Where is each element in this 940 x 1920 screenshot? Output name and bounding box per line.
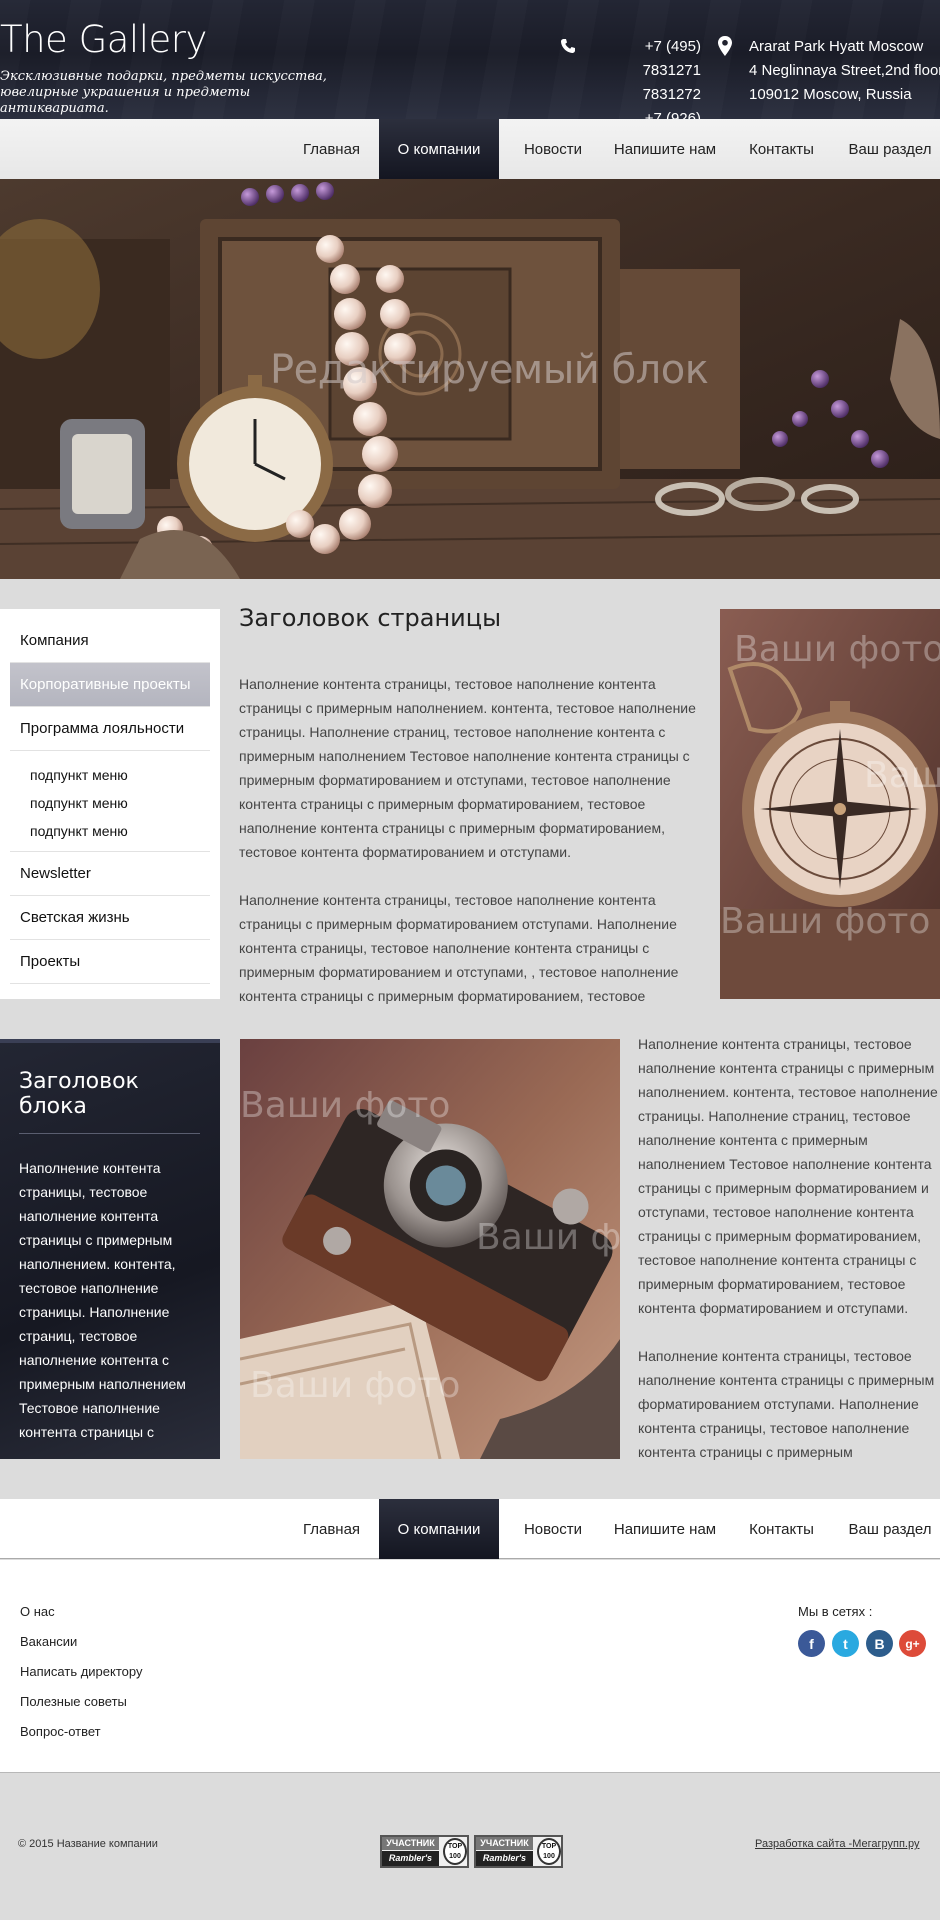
footer-links-area: О нас Вакансии Написать директору Полезн… <box>0 1560 940 1773</box>
sidebar-subitem[interactable]: подпункт меню <box>10 761 210 789</box>
sidebar-item-newsletter[interactable]: Newsletter <box>10 852 210 896</box>
content-paragraph-4: Наполнение контента страницы, тестовое н… <box>638 1348 935 1460</box>
sidebar-menu: Компания Корпоративные проекты Программа… <box>0 609 220 999</box>
photo-watermark: Ваши фо <box>476 1217 620 1258</box>
phone-1[interactable]: +7 (495) 7831271 <box>589 35 701 83</box>
facebook-icon[interactable]: f <box>798 1630 825 1657</box>
footer-link-faq[interactable]: Вопрос-ответ <box>20 1724 101 1739</box>
address-block: Ararat Park Hyatt Moscow 4 Neglinnaya St… <box>717 35 940 107</box>
block-text: Наполнение контента страницы, тестовое н… <box>19 1160 186 1440</box>
phone-icon <box>561 39 575 53</box>
photo-watermark: Ваши фото <box>734 629 940 670</box>
badge-top-label: УЧАСТНИК <box>476 1837 533 1850</box>
phone-2[interactable]: 7831272 <box>589 83 701 107</box>
nav-item-write-us[interactable]: Напишите нам <box>607 1499 723 1559</box>
content-paragraph-3: Наполнение контента страницы, тестовое н… <box>638 1036 938 1316</box>
badge-bottom-label: Rambler's <box>382 1851 439 1866</box>
phone-block: +7 (495) 7831271 7831272 +7 (926) 713284… <box>555 35 701 119</box>
sidebar-item-loyalty[interactable]: Программа лояльности <box>10 707 210 751</box>
footer-link-about[interactable]: О нас <box>20 1604 55 1619</box>
nav-item-your-section[interactable]: Ваш раздел <box>840 1499 940 1559</box>
sidebar-subitem[interactable]: подпункт меню <box>10 789 210 817</box>
photo-watermark: Ваш <box>864 755 940 796</box>
hero-banner: Редактируемый блок <box>0 179 940 579</box>
nav-item-news[interactable]: Новости <box>499 119 607 179</box>
nav-item-about[interactable]: О компании <box>379 119 499 179</box>
footer-link-tips[interactable]: Полезные советы <box>20 1694 127 1709</box>
badge-top100: TOP 100 <box>443 1838 467 1865</box>
nav-item-news[interactable]: Новости <box>499 1499 607 1559</box>
rambler-top100-badge[interactable]: УЧАСТНИК Rambler's TOP 100 <box>474 1835 563 1868</box>
hero-text: Редактируемый блок <box>270 347 709 393</box>
vk-icon[interactable]: B <box>866 1630 893 1657</box>
nav-item-about[interactable]: О компании <box>379 1499 499 1559</box>
badge-bottom-label: Rambler's <box>476 1851 533 1866</box>
twitter-icon[interactable]: t <box>832 1630 859 1657</box>
badge-top100: TOP 100 <box>537 1838 561 1865</box>
nav-item-contacts[interactable]: Контакты <box>723 119 840 179</box>
main-nav: Главная О компании Новости Напишите нам … <box>0 119 940 179</box>
photo-watermark: Ваши фото <box>720 901 931 942</box>
photo-watermark: Ваши фото <box>240 1085 451 1126</box>
site-tagline: Эксклюзивные подарки, предметы искусства… <box>0 69 327 116</box>
sidebar-item-corporate[interactable]: Корпоративные проекты <box>10 663 210 707</box>
address-line-2: 4 Neglinnaya Street,2nd floor <box>749 62 940 79</box>
sidebar-item-social-life[interactable]: Светская жизнь <box>10 896 210 940</box>
footer-nav: Главная О компании Новости Напишите нам … <box>0 1499 940 1559</box>
nav-item-contacts[interactable]: Контакты <box>723 1499 840 1559</box>
compass-photo: Ваши фото Ваш Ваши фото <box>720 609 940 999</box>
nav-item-your-section[interactable]: Ваш раздел <box>840 119 940 179</box>
badge-top-label: УЧАСТНИК <box>382 1837 439 1850</box>
content-paragraph-2: Наполнение контента страницы, тестовое н… <box>239 892 679 1004</box>
address-line-3: 109012 Moscow, Russia <box>749 86 912 103</box>
social-label: Мы в сетях : <box>798 1604 873 1619</box>
nav-item-write-us[interactable]: Напишите нам <box>607 119 723 179</box>
block-title: Заголовок блока <box>19 1069 200 1134</box>
sidebar-subitem[interactable]: подпункт меню <box>10 817 210 845</box>
rambler-top100-badge[interactable]: УЧАСТНИК Rambler's TOP 100 <box>380 1835 469 1868</box>
google-plus-icon[interactable]: g+ <box>899 1630 926 1657</box>
nav-item-home[interactable]: Главная <box>294 119 369 179</box>
copyright: © 2015 Название компании <box>18 1838 158 1850</box>
page-title: Заголовок страницы <box>239 604 502 632</box>
developer-link[interactable]: Разработка сайта -Мегагрупп.ру <box>755 1838 919 1850</box>
camera-photo: Ваши фото Ваши фо Ваши фото <box>240 1039 620 1459</box>
phone-3[interactable]: +7 (926) 7132848 <box>589 107 701 119</box>
bottom-bar: © 2015 Название компании УЧАСТНИК Ramble… <box>0 1774 940 1920</box>
location-pin-icon <box>718 36 732 56</box>
site-title[interactable]: The Gallery <box>0 18 207 61</box>
address-line-1: Ararat Park Hyatt Moscow <box>749 38 924 55</box>
nav-item-home[interactable]: Главная <box>294 1499 369 1559</box>
site-header: The Gallery Эксклюзивные подарки, предме… <box>0 0 940 119</box>
dark-info-block: Заголовок блока Наполнение контента стра… <box>0 1039 220 1459</box>
footer-link-vacancies[interactable]: Вакансии <box>20 1634 77 1649</box>
sidebar-submenu: подпункт меню подпункт меню подпункт мен… <box>10 751 210 852</box>
content-paragraph-1: Наполнение контента страницы, тестовое н… <box>239 676 696 860</box>
sidebar-item-projects[interactable]: Проекты <box>10 940 210 984</box>
sidebar-item-company[interactable]: Компания <box>10 619 210 663</box>
footer-link-write-director[interactable]: Написать директору <box>20 1664 142 1679</box>
photo-watermark: Ваши фото <box>250 1365 461 1406</box>
